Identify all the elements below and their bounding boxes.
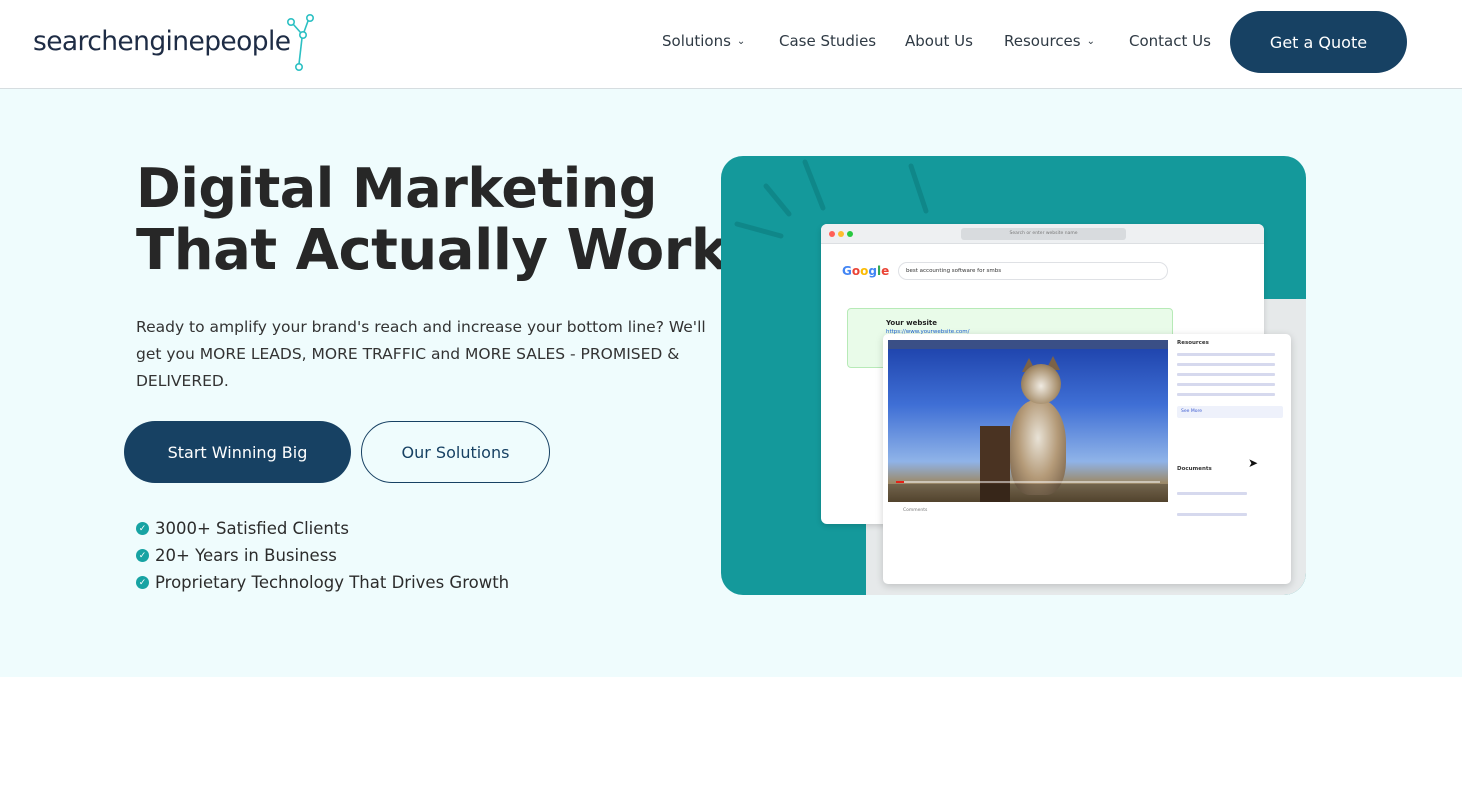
resource-line	[1177, 393, 1275, 396]
nav-solutions-label: Solutions	[662, 32, 731, 50]
nav-contact-us-label: Contact Us	[1129, 32, 1211, 50]
benefit-item: ✓ 3000+ Satisfied Clients	[136, 515, 509, 542]
nav-solutions[interactable]: Solutions ⌄	[662, 32, 745, 50]
benefit-item: ✓ Proprietary Technology That Drives Gro…	[136, 569, 509, 596]
url-bar: Search or enter website name	[961, 228, 1126, 240]
nav-resources[interactable]: Resources ⌄	[1004, 32, 1095, 50]
maximize-dot-icon	[847, 231, 853, 237]
video-controls	[888, 484, 1168, 502]
see-more-link: See More	[1177, 406, 1283, 418]
hero-heading-light: That Actually Works	[136, 218, 761, 283]
main-nav: Solutions ⌄ Case Studies About Us Resourc…	[0, 0, 1462, 88]
our-solutions-button[interactable]: Our Solutions	[361, 421, 550, 483]
benefit-text: 20+ Years in Business	[155, 546, 337, 565]
hero-illustration: Search or enter website name Google best…	[721, 156, 1306, 595]
benefits-list: ✓ 3000+ Satisfied Clients ✓ 20+ Years in…	[136, 515, 509, 596]
video-player	[888, 340, 1168, 502]
result-title: Your website	[886, 319, 937, 327]
minimize-dot-icon	[838, 231, 844, 237]
nav-case-studies-label: Case Studies	[779, 32, 877, 50]
check-circle-icon: ✓	[136, 576, 149, 589]
nav-resources-label: Resources	[1004, 32, 1081, 50]
cat-head	[1021, 364, 1061, 404]
nav-about-us-label: About Us	[905, 32, 973, 50]
video-top-bar	[888, 340, 1168, 349]
chevron-down-icon: ⌄	[736, 36, 746, 47]
document-line	[1177, 492, 1247, 495]
video-progress	[896, 481, 1160, 483]
mouse-cursor-icon: ➤	[1248, 456, 1259, 470]
check-circle-icon: ✓	[136, 522, 149, 535]
benefit-text: Proprietary Technology That Drives Growt…	[155, 573, 510, 592]
hero-subtext: Ready to amplify your brand's reach and …	[136, 318, 706, 390]
get-quote-button[interactable]: Get a Quote	[1230, 11, 1407, 73]
hero-heading-bold: Digital Marketing	[136, 157, 657, 220]
benefit-item: ✓ 20+ Years in Business	[136, 542, 509, 569]
check-circle-icon: ✓	[136, 549, 149, 562]
chevron-down-icon: ⌄	[1086, 36, 1095, 47]
resource-line	[1177, 363, 1275, 366]
start-winning-big-button[interactable]: Start Winning Big	[124, 421, 351, 483]
resources-title: Resources	[1177, 340, 1209, 346]
resource-line	[1177, 353, 1275, 356]
nav-case-studies[interactable]: Case Studies	[779, 32, 876, 50]
google-logo: Google	[842, 264, 890, 278]
resources-sidebar: Resources See More Documents	[1177, 340, 1285, 516]
resource-line	[1177, 383, 1275, 386]
comments-label: Comments	[903, 508, 928, 513]
benefit-text: 3000+ Satisfied Clients	[155, 519, 349, 538]
document-line	[1177, 513, 1247, 516]
video-panel: Comments Resources See More Documents	[883, 334, 1291, 584]
browser-toolbar: Search or enter website name	[821, 224, 1264, 244]
nav-about-us[interactable]: About Us	[905, 32, 973, 50]
nav-contact-us[interactable]: Contact Us	[1129, 32, 1211, 50]
google-search-box: best accounting software for smbs	[898, 262, 1168, 280]
documents-title: Documents	[1177, 466, 1212, 472]
close-dot-icon	[829, 231, 835, 237]
resource-line	[1177, 373, 1275, 376]
site-header: searchenginepeople Solutions ⌄ Case Studi…	[0, 0, 1462, 89]
